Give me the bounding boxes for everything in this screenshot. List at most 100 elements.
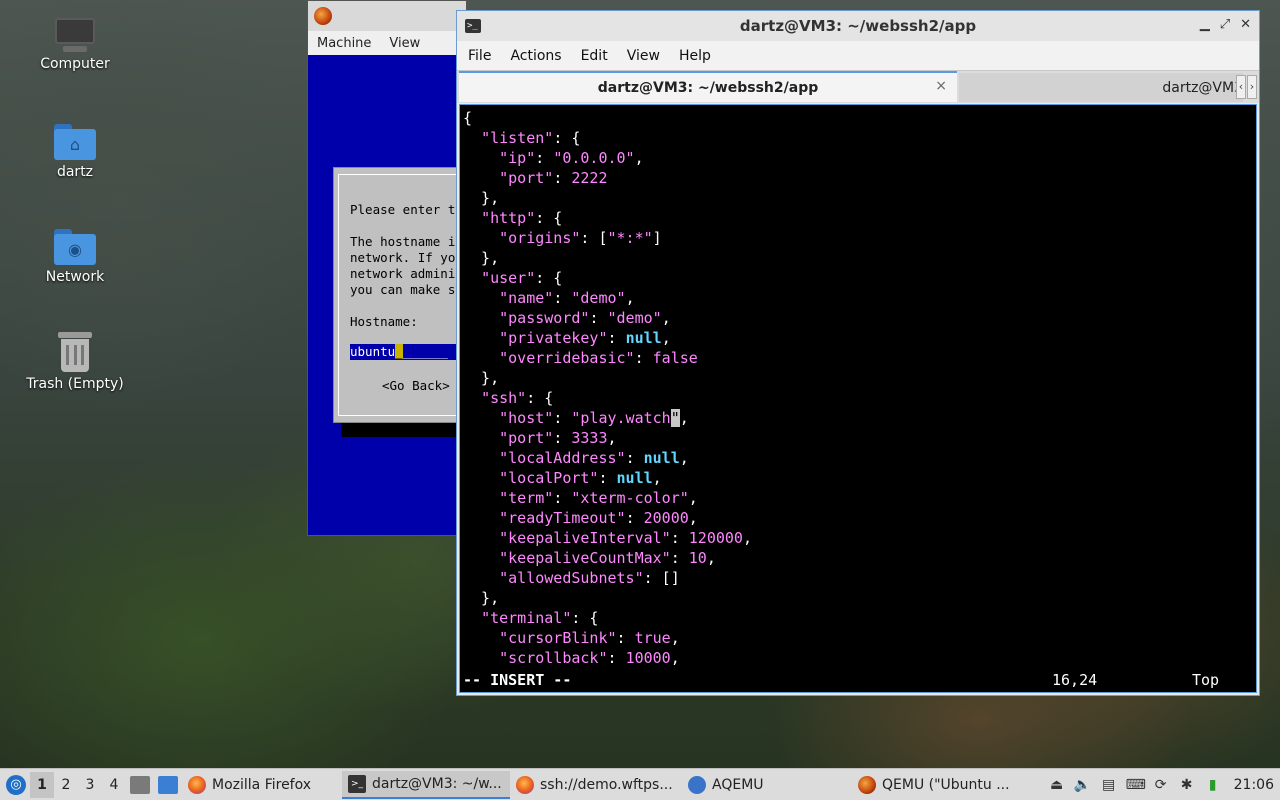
network-icon[interactable]: ▮ — [1204, 776, 1222, 794]
code-line: "term": "xterm-color", — [499, 489, 698, 507]
chevron-left-icon[interactable]: ‹ — [1236, 75, 1246, 99]
code-line: "localAddress": null, — [499, 449, 689, 467]
network-folder-icon: ◉ — [54, 229, 96, 265]
qemu-menu-view[interactable]: View — [380, 36, 429, 51]
desktop-icon-home-folder[interactable]: ⌂ dartz — [24, 124, 126, 180]
start-menu-button[interactable]: ◎ — [2, 771, 30, 799]
text-cursor: _ — [395, 344, 403, 359]
code-line: "listen": { — [481, 129, 581, 147]
qemu-menu-machine[interactable]: Machine — [308, 36, 380, 51]
qemu-menubar: Machine View — [308, 31, 466, 55]
task-firefox[interactable]: Mozilla Firefox — [182, 771, 342, 799]
code-line: "overridebasic": false — [499, 349, 698, 367]
tab-inactive[interactable]: dartz@VM3 — [959, 73, 1243, 102]
clipboard-icon[interactable]: ▤ — [1100, 776, 1118, 794]
home-folder-icon: ⌂ — [54, 124, 96, 160]
volume-icon[interactable]: 🔈 — [1074, 776, 1092, 794]
dialog-text-line: network. If yo — [350, 250, 456, 265]
terminal-titlebar[interactable]: >_ dartz@VM3: ~/webssh2/app ▁ ⤢ ✕ — [457, 11, 1259, 41]
installer-hostname-dialog: Please enter t The hostname i network. I… — [333, 167, 473, 423]
code-line: "scrollback": 10000, — [499, 649, 680, 667]
task-label: AQEMU — [712, 776, 764, 793]
code-line: "http": { — [481, 209, 563, 227]
maximize-icon[interactable]: ⤢ — [1220, 17, 1230, 32]
dialog-text-line: The hostname i — [350, 234, 456, 249]
close-icon[interactable]: ✕ — [1240, 17, 1251, 32]
desktop-icon-label: dartz — [56, 164, 94, 180]
code-line: }, — [463, 189, 500, 207]
code-line: }, — [463, 589, 500, 607]
desktop-icon-network[interactable]: ◉ Network — [24, 229, 126, 285]
trash-icon — [58, 332, 92, 372]
window-title: dartz@VM3: ~/webssh2/app — [739, 17, 977, 35]
hostname-input[interactable]: ubuntu_______ — [350, 344, 470, 360]
code-line: "keepaliveCountMax": 10, — [499, 549, 716, 567]
task-aqemu[interactable]: AQEMU — [682, 771, 852, 799]
desktop-icon-computer[interactable]: Computer — [24, 18, 126, 72]
vim-mode: -- INSERT -- — [463, 671, 572, 689]
desktop-icon-trash[interactable]: Trash (Empty) — [24, 332, 126, 392]
task-qemu[interactable]: QEMU ("Ubuntu ... — [852, 771, 1014, 799]
menu-view[interactable]: View — [616, 48, 668, 64]
close-tab-icon[interactable]: × — [935, 78, 947, 94]
go-back-button[interactable]: <Go Back> — [382, 378, 462, 394]
file-manager-icon[interactable] — [158, 775, 178, 794]
computer-icon — [55, 18, 95, 52]
hostname-value: ubuntu — [350, 344, 396, 359]
desktop-icon-label: Network — [45, 269, 105, 285]
aqemu-icon — [688, 775, 706, 794]
show-desktop-icon[interactable] — [130, 775, 150, 794]
tab-label: dartz@VM3 — [1162, 79, 1243, 96]
menu-help[interactable]: Help — [668, 48, 719, 64]
bluetooth-icon[interactable]: ✱ — [1178, 776, 1196, 794]
task-firefox-ssh[interactable]: ssh://demo.wftps... — [510, 771, 682, 799]
cursor-position: 16,24 — [1052, 671, 1098, 689]
menu-actions[interactable]: Actions — [499, 48, 569, 64]
firefox-icon — [516, 775, 534, 794]
workspace-2[interactable]: 2 — [54, 777, 78, 793]
workspace-4[interactable]: 4 — [102, 777, 126, 793]
task-label: dartz@VM3: ~/w... — [372, 775, 502, 792]
code-line: "ssh": { — [481, 389, 554, 407]
dialog-text-line: network admini — [350, 266, 456, 281]
task-terminal[interactable]: >_ dartz@VM3: ~/w... — [342, 770, 510, 799]
workspace-1[interactable]: 1 — [30, 771, 54, 798]
eject-icon[interactable]: ⏏ — [1048, 776, 1066, 794]
qemu-app-icon — [314, 7, 332, 25]
workspace-3[interactable]: 3 — [78, 777, 102, 793]
qemu-titlebar[interactable] — [308, 1, 466, 31]
task-label: QEMU ("Ubuntu ... — [882, 776, 1010, 793]
hostname-label: Hostname: — [350, 314, 418, 329]
firefox-icon — [188, 775, 206, 794]
dialog-text-line: Please enter t — [350, 202, 456, 217]
code-line: "origins": ["*:*"] — [499, 229, 662, 247]
task-label: ssh://demo.wftps... — [540, 776, 673, 793]
dialog-text-line: you can make s — [350, 282, 456, 297]
desktop-icon-label: Trash (Empty) — [26, 376, 124, 392]
taskbar: ◎ 1 2 3 4 Mozilla Firefox >_ dartz@VM3: … — [0, 768, 1280, 800]
code-line: { — [463, 109, 473, 127]
system-tray: ⏏ 🔈 ▤ ⌨ ⟳ ✱ ▮ 21:06 — [1048, 776, 1280, 794]
terminal-menubar: File Actions Edit View Help — [457, 41, 1259, 70]
chevron-right-icon[interactable]: › — [1247, 75, 1257, 99]
code-line: "user": { — [481, 269, 563, 287]
vim-buffer: { "listen": { "ip": "0.0.0.0", "port": 2… — [463, 108, 1256, 668]
keyboard-icon[interactable]: ⌨ — [1126, 776, 1146, 794]
code-line: "port": 3333, — [499, 429, 617, 447]
menu-file[interactable]: File — [457, 48, 499, 64]
menu-edit[interactable]: Edit — [570, 48, 616, 64]
vim-statusline: -- INSERT -- 16,24 Top — [463, 670, 1253, 690]
code-line: "localPort": null, — [499, 469, 662, 487]
task-label: Mozilla Firefox — [212, 776, 312, 793]
terminal-screen[interactable]: { "listen": { "ip": "0.0.0.0", "port": 2… — [459, 104, 1257, 693]
clock[interactable]: 21:06 — [1234, 776, 1274, 794]
minimize-icon[interactable]: ▁ — [1200, 17, 1210, 32]
code-line: "privatekey": null, — [499, 329, 671, 347]
tab-active[interactable]: dartz@VM3: ~/webssh2/app × — [459, 71, 957, 102]
terminal-window[interactable]: >_ dartz@VM3: ~/webssh2/app ▁ ⤢ ✕ File A… — [456, 10, 1260, 696]
qemu-icon — [858, 775, 876, 794]
desktop-icon-label: Computer — [40, 56, 110, 72]
update-icon[interactable]: ⟳ — [1152, 776, 1170, 794]
qemu-window[interactable]: Machine View Please enter t The hostname… — [307, 0, 473, 536]
terminal-tabbar: dartz@VM3: ~/webssh2/app × dartz@VM3 ‹ › — [457, 70, 1259, 103]
